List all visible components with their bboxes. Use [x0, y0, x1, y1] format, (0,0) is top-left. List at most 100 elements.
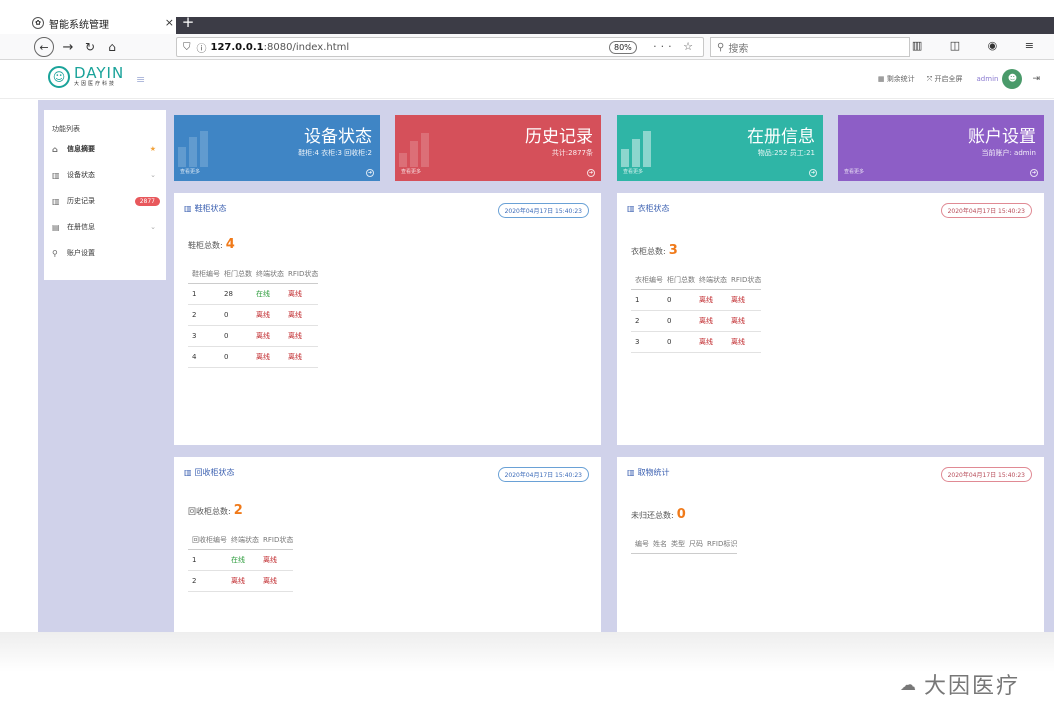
arrow-right-icon[interactable]: ➜: [809, 169, 817, 177]
chart-icon: ▥: [52, 170, 60, 180]
column-header: 终端状态: [252, 265, 284, 284]
recycle-count: 回收柜总数: 2: [188, 503, 243, 518]
card-more-link[interactable]: 查看更多: [180, 168, 200, 175]
sidebar-item-history[interactable]: ▥ 历史记录 2877: [52, 194, 160, 208]
arrow-right-icon[interactable]: ➜: [366, 169, 374, 177]
card-title: 账户设置: [968, 127, 1036, 147]
stats-link[interactable]: ▦ 剩余统计: [878, 74, 915, 84]
cell: 1: [631, 289, 663, 311]
history-count-badge: 2877: [134, 196, 160, 206]
sidebar-item-account[interactable]: ⚲ 账户设置: [52, 246, 160, 260]
tab-close-icon[interactable]: ×: [165, 16, 174, 29]
reload-button[interactable]: ↻: [82, 37, 98, 57]
app-body: 功能列表 ⌂ 信息摘要 ★ ▥ 设备状态 ⌄ ▥ 历史记录 2877 ▤ 在册信…: [38, 100, 1054, 632]
unreturned-count: 未归还总数: 0: [631, 507, 686, 522]
logout-icon[interactable]: ⇥: [1032, 74, 1040, 84]
cell: 0: [663, 310, 695, 332]
sidebar-item-summary[interactable]: ⌂ 信息摘要 ★: [52, 142, 160, 156]
shield-icon: ⛉: [183, 41, 191, 53]
cloth-count: 衣柜总数: 3: [631, 243, 678, 258]
avatar[interactable]: ☻: [1002, 69, 1023, 89]
shoe-count: 鞋柜总数: 4: [188, 237, 235, 252]
card-subtitle: 当前账户: admin: [981, 149, 1036, 157]
status-cell: 离线: [695, 289, 727, 311]
browser-tab[interactable]: ✿ 智能系统管理 ×: [32, 12, 174, 34]
bar-graphic-icon: [621, 131, 654, 167]
star-icon: ★: [149, 145, 156, 153]
panel-title: 回收柜状态: [194, 468, 235, 477]
table-row: 2 0 离线 离线: [188, 304, 319, 326]
card-account[interactable]: 账户设置 当前账户: admin 查看更多 ➜: [838, 115, 1044, 181]
chevron-down-icon: ⌄: [150, 223, 156, 231]
back-button[interactable]: ←: [34, 37, 54, 57]
home-button[interactable]: ⌂: [104, 37, 120, 57]
status-cell: 离线: [727, 289, 762, 311]
column-header: 鞋柜编号: [188, 265, 220, 284]
card-more-link[interactable]: 查看更多: [401, 168, 421, 175]
favicon-icon: ✿: [32, 17, 44, 29]
url-host: 127.0.0.1: [210, 41, 264, 53]
table-header-row: 编号 姓名 类型 尺码 RFID标识: [631, 535, 738, 554]
chart-icon: ▥: [184, 204, 192, 213]
card-more-link[interactable]: 查看更多: [844, 168, 864, 175]
column-header: 姓名: [649, 535, 667, 554]
key-icon: ⚲: [52, 248, 58, 258]
status-cell: 离线: [252, 304, 284, 326]
arrow-right-icon[interactable]: ➜: [1030, 169, 1038, 177]
status-cell: 离线: [695, 331, 727, 353]
chart-icon: ▥: [627, 468, 635, 477]
forward-button[interactable]: →: [60, 37, 76, 57]
arrow-right-icon[interactable]: ➜: [587, 169, 595, 177]
table-row: 4 0 离线 离线: [188, 346, 319, 368]
card-more-link[interactable]: 查看更多: [623, 168, 643, 175]
bar-graphic-icon: [178, 131, 211, 167]
sidebar-item-device-status[interactable]: ▥ 设备状态 ⌄: [52, 168, 160, 182]
sidebar-item-registry[interactable]: ▤ 在册信息 ⌄: [52, 220, 160, 234]
timestamp-badge: 2020年04月17日 15:40:23: [940, 203, 1032, 218]
table-row: 2 0 离线 离线: [631, 310, 762, 332]
cell: 0: [220, 304, 252, 326]
cell: 2: [188, 570, 227, 592]
column-header: RFID状态: [727, 271, 762, 290]
cell: 1: [188, 283, 220, 305]
page-actions-icon[interactable]: ··· ☆: [653, 40, 697, 53]
panel-title: 取物统计: [637, 468, 670, 477]
wechat-icon: ☁: [899, 674, 918, 694]
toolbar-icons[interactable]: ▥ ◫ ◉ ≡: [912, 39, 1046, 52]
cell: 0: [663, 331, 695, 353]
menu-toggle-icon[interactable]: ≡: [136, 73, 145, 86]
logo[interactable]: ☺ DAYIN 大因医疗科技: [48, 66, 124, 88]
card-subtitle: 鞋柜:4 衣柜:3 回收柜:2: [298, 149, 372, 157]
cloth-cabinet-panel: ▥ 衣柜状态 2020年04月17日 15:40:23 衣柜总数: 3 衣柜编号 柜…: [617, 193, 1044, 445]
logo-subtitle: 大因医疗科技: [74, 81, 117, 87]
table-row: 1 在线 离线: [188, 549, 294, 571]
cell: 3: [631, 331, 663, 353]
column-header: RFID状态: [284, 265, 319, 284]
timestamp-badge: 2020年04月17日 15:40:23: [497, 203, 589, 218]
status-cell: 离线: [727, 310, 762, 332]
card-registry[interactable]: 在册信息 物品:252 员工:21 查看更多 ➜: [617, 115, 823, 181]
zoom-badge[interactable]: 80%: [609, 41, 637, 54]
sidebar: 功能列表 ⌂ 信息摘要 ★ ▥ 设备状态 ⌄ ▥ 历史记录 2877 ▤ 在册信…: [44, 110, 166, 280]
status-cell: 离线: [259, 549, 294, 571]
sidebar-item-label: 信息摘要: [67, 145, 95, 153]
search-input[interactable]: ⚲ 搜索: [710, 37, 910, 57]
new-tab-button[interactable]: +: [181, 13, 195, 31]
sidebar-title: 功能列表: [52, 125, 80, 133]
user-name[interactable]: admin: [977, 75, 999, 83]
panel-title: 鞋柜状态: [194, 204, 227, 213]
search-icon: ⚲: [717, 41, 725, 53]
url-bar[interactable]: ⛉ ⓘ 127.0.0.1 :8080/index.html 80% ··· ☆: [176, 37, 704, 57]
search-placeholder: 搜索: [728, 43, 749, 55]
status-cell: 离线: [252, 346, 284, 368]
fullscreen-link[interactable]: ⤧ 开启全屏: [927, 74, 963, 84]
status-cell: 离线: [284, 325, 319, 347]
card-device-status[interactable]: 设备状态 鞋柜:4 衣柜:3 回收柜:2 查看更多 ➜: [174, 115, 380, 181]
status-cell: 离线: [284, 283, 319, 305]
column-header: RFID状态: [259, 531, 294, 550]
status-cell: 离线: [259, 570, 294, 592]
card-history[interactable]: 历史记录 共计:2877条 查看更多 ➜: [395, 115, 601, 181]
info-icon[interactable]: ⓘ: [197, 40, 207, 55]
chart-icon: ▥: [52, 196, 60, 206]
cloth-table: 衣柜编号 柜门总数 终端状态 RFID状态 1 0 离线 离线 2 0 离线 离线 3 0 离线…: [631, 271, 762, 353]
